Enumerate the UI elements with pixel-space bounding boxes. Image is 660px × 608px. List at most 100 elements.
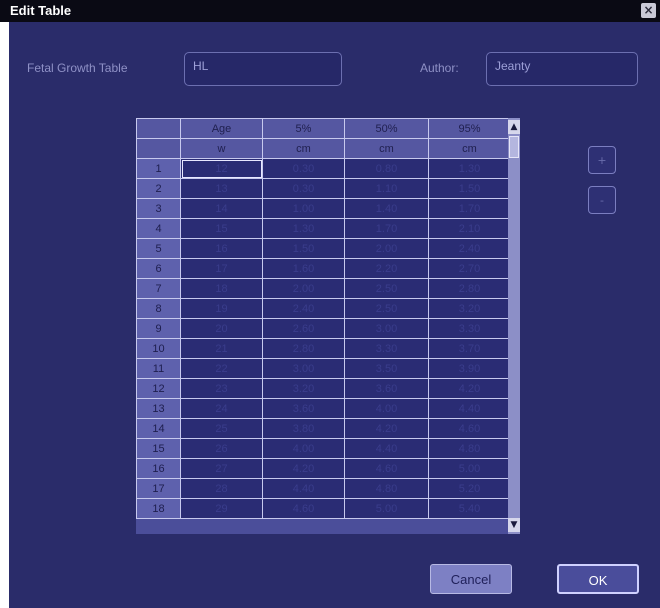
table-cell[interactable]: 2.60 <box>262 318 345 339</box>
table-cell[interactable]: 2.50 <box>344 298 429 319</box>
table-cell[interactable]: 5.00 <box>428 458 511 479</box>
table-cell[interactable]: 4.00 <box>262 438 345 459</box>
table-cell[interactable]: 4.80 <box>428 438 511 459</box>
table-cell[interactable]: 2.80 <box>428 278 511 299</box>
table-cell[interactable]: 5.20 <box>428 478 511 499</box>
table-cell[interactable]: 3.00 <box>262 358 345 379</box>
table-cell[interactable]: 27 <box>180 458 263 479</box>
table-cell[interactable]: 3.20 <box>262 378 345 399</box>
table-cell[interactable]: 4.00 <box>344 398 429 419</box>
table-cell[interactable]: 3.60 <box>262 398 345 419</box>
table-cell[interactable]: 16 <box>180 238 263 259</box>
window-title: Edit Table <box>10 3 72 18</box>
table-cell[interactable]: 14 <box>180 198 263 219</box>
vertical-scrollbar[interactable]: ▲ ▼ <box>508 118 520 534</box>
table-cell[interactable]: 24 <box>180 398 263 419</box>
table-cell[interactable]: 4.40 <box>262 478 345 499</box>
table-cell[interactable]: 0.80 <box>344 158 429 179</box>
table-cell[interactable]: 1.10 <box>344 178 429 199</box>
table-cell[interactable]: 26 <box>180 438 263 459</box>
table-cell[interactable]: 25 <box>180 418 263 439</box>
author-input[interactable]: Jeanty <box>486 52 638 86</box>
table-row: 15 26 4.00 4.40 4.80 <box>136 438 511 459</box>
table-cell[interactable]: 4.40 <box>428 398 511 419</box>
table-cell[interactable]: 2.00 <box>344 238 429 259</box>
table-cell[interactable]: 1.30 <box>262 218 345 239</box>
table-cell[interactable]: 3.50 <box>344 358 429 379</box>
table-cell[interactable]: 1.50 <box>262 238 345 259</box>
table-cell[interactable]: 17 <box>180 258 263 279</box>
column-header[interactable]: 5% <box>262 118 345 139</box>
table-cell[interactable]: 5.40 <box>428 498 511 519</box>
table-cell[interactable]: 4.80 <box>344 478 429 499</box>
row-number: 8 <box>136 298 181 319</box>
table-cell[interactable]: 1.70 <box>344 218 429 239</box>
table-cell[interactable]: 0.30 <box>262 158 345 179</box>
table-cell[interactable]: 3.80 <box>262 418 345 439</box>
fetal-growth-table-input[interactable]: HL <box>184 52 342 86</box>
column-header[interactable]: 50% <box>344 118 429 139</box>
table-cell[interactable]: 2.10 <box>428 218 511 239</box>
table-cell[interactable]: 13 <box>180 178 263 199</box>
table-row: 9 20 2.60 3.00 3.30 <box>136 318 511 339</box>
table-cell[interactable]: 0.30 <box>262 178 345 199</box>
table-cell[interactable]: 3.60 <box>344 378 429 399</box>
table-cell[interactable]: 15 <box>180 218 263 239</box>
row-number: 4 <box>136 218 181 239</box>
table-cell[interactable]: 3.00 <box>344 318 429 339</box>
table-cell[interactable]: 4.20 <box>262 458 345 479</box>
row-number: 3 <box>136 198 181 219</box>
table-cell[interactable]: 1.60 <box>262 258 345 279</box>
table-row: 10 21 2.80 3.30 3.70 <box>136 338 511 359</box>
table-cell[interactable]: 3.70 <box>428 338 511 359</box>
table-cell[interactable]: 5.00 <box>344 498 429 519</box>
table-cell[interactable]: 3.20 <box>428 298 511 319</box>
table-cell[interactable]: 4.20 <box>344 418 429 439</box>
table-cell[interactable]: 4.20 <box>428 378 511 399</box>
table-row: 12 23 3.20 3.60 4.20 <box>136 378 511 399</box>
table-cell[interactable]: 4.60 <box>262 498 345 519</box>
table-cell[interactable]: 2.20 <box>344 258 429 279</box>
table-cell[interactable]: 1.70 <box>428 198 511 219</box>
close-icon[interactable]: × <box>641 3 656 18</box>
table-cell[interactable]: 18 <box>180 278 263 299</box>
table-cell[interactable]: 1.30 <box>428 158 511 179</box>
table-cell[interactable]: 21 <box>180 338 263 359</box>
table-cell[interactable]: 12 <box>180 158 263 179</box>
scroll-down-icon[interactable]: ▼ <box>508 518 520 532</box>
table-cell[interactable]: 20 <box>180 318 263 339</box>
table-row: 7 18 2.00 2.50 2.80 <box>136 278 511 299</box>
table-cell[interactable]: 19 <box>180 298 263 319</box>
table-cell[interactable]: 1.40 <box>344 198 429 219</box>
column-header[interactable]: Age <box>180 118 263 139</box>
table-cell[interactable]: 28 <box>180 478 263 499</box>
table-cell[interactable]: 3.90 <box>428 358 511 379</box>
table-cell[interactable]: 1.50 <box>428 178 511 199</box>
table-cell[interactable]: 3.30 <box>344 338 429 359</box>
unit-header: w <box>180 138 263 159</box>
cancel-button[interactable]: Cancel <box>430 564 512 594</box>
table-cell[interactable]: 2.80 <box>262 338 345 359</box>
table-cell[interactable]: 2.40 <box>428 238 511 259</box>
table-cell[interactable]: 2.00 <box>262 278 345 299</box>
remove-row-button[interactable]: - <box>588 186 616 214</box>
table-cell[interactable]: 2.40 <box>262 298 345 319</box>
column-header[interactable]: 95% <box>428 118 511 139</box>
table-cell[interactable]: 29 <box>180 498 263 519</box>
add-row-button[interactable]: + <box>588 146 616 174</box>
table-row: 1 12 0.30 0.80 1.30 <box>136 158 511 179</box>
table-cell[interactable]: 1.00 <box>262 198 345 219</box>
table-cell[interactable]: 4.60 <box>428 418 511 439</box>
table-cell[interactable]: 22 <box>180 358 263 379</box>
table-cell[interactable]: 4.60 <box>344 458 429 479</box>
scroll-up-icon[interactable]: ▲ <box>508 120 520 134</box>
table-cell[interactable]: 23 <box>180 378 263 399</box>
scroll-thumb[interactable] <box>509 136 519 158</box>
row-number: 15 <box>136 438 181 459</box>
table-cell[interactable]: 2.50 <box>344 278 429 299</box>
table-cell[interactable]: 3.30 <box>428 318 511 339</box>
ok-button[interactable]: OK <box>557 564 639 594</box>
table-cell[interactable]: 4.40 <box>344 438 429 459</box>
table-cell[interactable]: 2.70 <box>428 258 511 279</box>
row-number: 13 <box>136 398 181 419</box>
